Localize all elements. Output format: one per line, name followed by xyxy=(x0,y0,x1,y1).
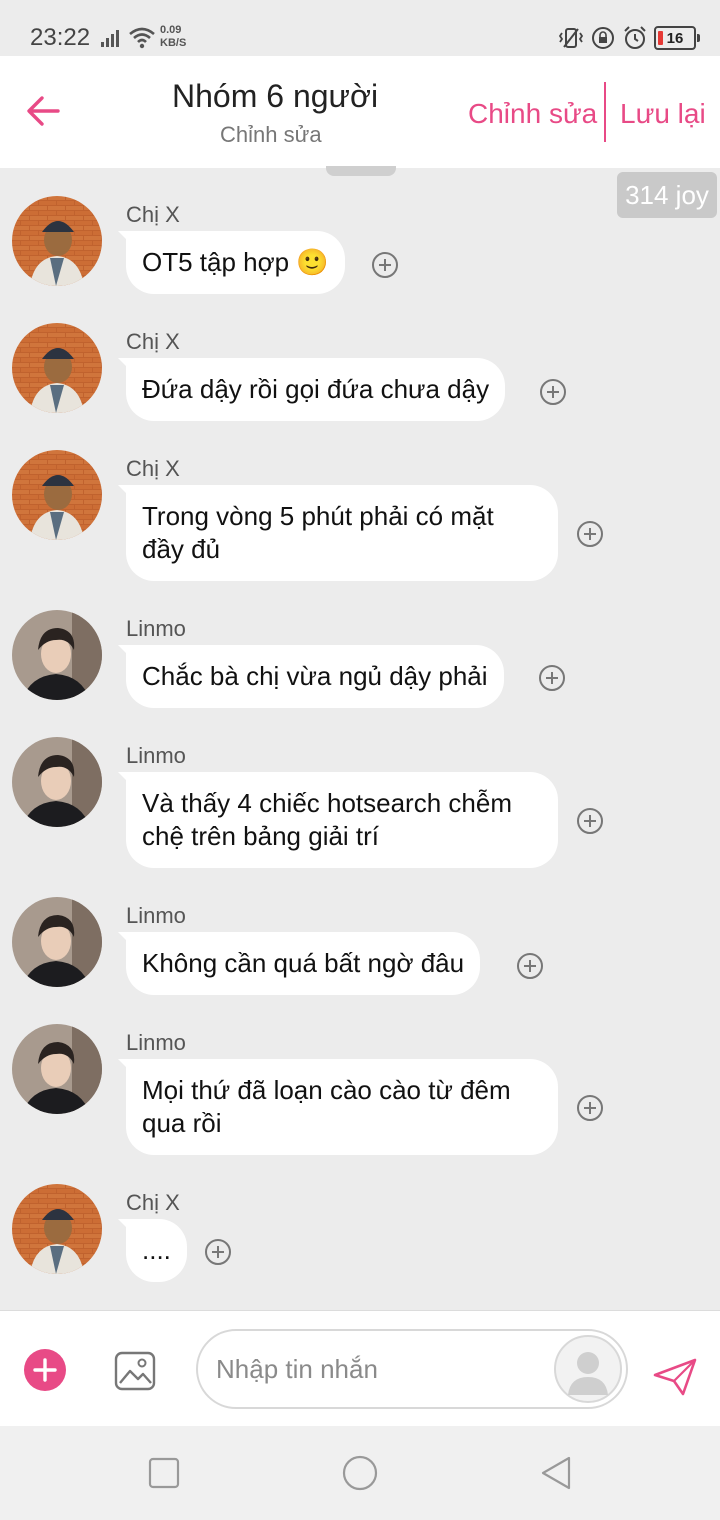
battery-level: 16 xyxy=(666,29,684,47)
system-nav-bar xyxy=(0,1426,720,1520)
avatar-chi-x[interactable] xyxy=(12,450,102,540)
network-speed-value: 0.09 xyxy=(160,24,182,36)
sender-name: Chị X xyxy=(126,329,180,354)
avatar-chi-x[interactable] xyxy=(12,1184,102,1274)
character-avatar-icon[interactable] xyxy=(554,1335,622,1403)
avatar-linmo[interactable] xyxy=(12,1024,102,1114)
joy-counter-badge: 314 joy xyxy=(617,172,717,218)
avatar-linmo[interactable] xyxy=(12,610,102,700)
message-bubble[interactable]: Đứa dậy rồi gọi đứa chưa dậy xyxy=(117,358,506,421)
add-reaction-icon[interactable] xyxy=(538,664,566,692)
image-icon[interactable] xyxy=(113,1349,157,1393)
add-reaction-icon[interactable] xyxy=(539,378,567,406)
save-button[interactable]: Lưu lại xyxy=(620,98,706,130)
message-bubble[interactable]: Trong vòng 5 phút phải có mặt đầy đủ xyxy=(118,485,558,581)
pull-handle xyxy=(326,166,396,176)
signal-icon xyxy=(101,30,119,47)
plus-icon[interactable] xyxy=(24,1349,66,1391)
avatar-linmo[interactable] xyxy=(12,737,102,827)
add-reaction-icon[interactable] xyxy=(576,520,604,548)
chat-header: Nhóm 6 người Chỉnh sửa Chỉnh sửa Lưu lại xyxy=(0,56,720,168)
add-reaction-icon[interactable] xyxy=(576,1094,604,1122)
rotation-lock-icon xyxy=(592,27,614,49)
add-reaction-icon[interactable] xyxy=(371,251,399,279)
sender-name: Chị X xyxy=(126,1190,180,1215)
message-bubble[interactable]: Mọi thứ đã loạn cào cào từ đêm qua rồi xyxy=(118,1059,558,1155)
message-bubble[interactable]: .... xyxy=(118,1219,187,1282)
group-subtitle: Chỉnh sửa xyxy=(220,122,322,147)
sender-name: Chị X xyxy=(126,202,180,227)
alarm-icon xyxy=(624,26,646,49)
wifi-icon xyxy=(129,27,155,49)
status-time: 23:22 xyxy=(30,24,91,51)
home-icon[interactable] xyxy=(341,1454,379,1492)
add-reaction-icon[interactable] xyxy=(516,952,544,980)
network-speed: 0.09 KB/S xyxy=(160,24,186,50)
sender-name: Linmo xyxy=(126,743,186,768)
message-bubble[interactable]: Và thấy 4 chiếc hotsearch chễm chệ trên … xyxy=(118,772,558,868)
sender-name: Chị X xyxy=(126,456,180,481)
sender-name: Linmo xyxy=(126,903,186,928)
group-title: Nhóm 6 người xyxy=(172,78,379,114)
message-bubble[interactable]: Chắc bà chị vừa ngủ dậy phải xyxy=(118,645,504,708)
recents-icon[interactable] xyxy=(145,1454,183,1492)
sender-name: Linmo xyxy=(126,1030,186,1055)
message-input-wrapper xyxy=(196,1329,628,1409)
message-composer xyxy=(0,1310,720,1426)
avatar-chi-x[interactable] xyxy=(12,323,102,413)
battery-icon: 16 xyxy=(654,26,700,50)
status-bar: 23:22 0.09 KB/S 16 xyxy=(0,0,720,56)
avatar-linmo[interactable] xyxy=(12,897,102,987)
back-nav-icon[interactable] xyxy=(537,1454,575,1492)
message-input[interactable] xyxy=(216,1349,536,1389)
network-speed-unit: KB/S xyxy=(160,37,187,49)
send-icon[interactable] xyxy=(652,1357,698,1397)
vibrate-icon xyxy=(558,28,584,48)
add-reaction-icon[interactable] xyxy=(576,807,604,835)
avatar-chi-x[interactable] xyxy=(12,196,102,286)
sender-name: Linmo xyxy=(126,616,186,641)
header-divider xyxy=(604,82,606,142)
status-icons: 16 xyxy=(558,24,700,52)
message-bubble[interactable]: Không cần quá bất ngờ đâu xyxy=(117,932,481,995)
message-bubble[interactable]: OT5 tập hợp 🙂 xyxy=(118,231,345,294)
edit-button[interactable]: Chỉnh sửa xyxy=(468,98,597,130)
add-reaction-icon[interactable] xyxy=(204,1238,232,1266)
back-arrow-icon[interactable] xyxy=(22,86,66,136)
